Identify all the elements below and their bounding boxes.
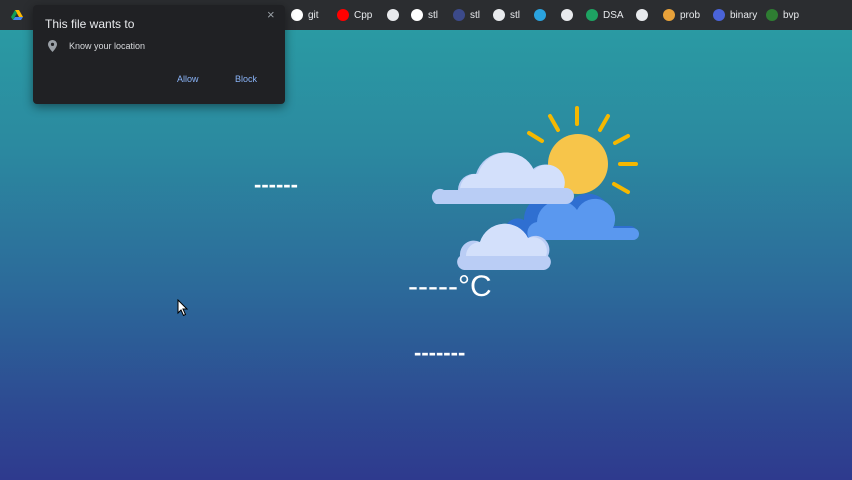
bookmark-label: prob xyxy=(680,9,701,21)
bookmark-item[interactable] xyxy=(387,9,399,21)
bookmark-item[interactable]: stl xyxy=(411,9,438,21)
location-permission-popup: This file wants to × Know your location … xyxy=(33,5,285,104)
mountain-icon xyxy=(561,9,573,21)
cloud-icon xyxy=(493,9,505,21)
city-name: ------ xyxy=(254,172,298,197)
binary-icon xyxy=(713,9,725,21)
plus-sheet-icon xyxy=(586,9,598,21)
globe-icon xyxy=(636,9,648,21)
bookmark-item[interactable]: stl xyxy=(453,9,480,21)
bookmark-label: Cpp xyxy=(354,9,373,21)
allow-button[interactable]: Allow xyxy=(177,74,199,84)
bookmark-item[interactable] xyxy=(561,9,573,21)
google-drive-icon[interactable] xyxy=(11,9,23,21)
permission-text: Know your location xyxy=(69,41,146,51)
bookmark-item[interactable] xyxy=(534,9,546,21)
bookmark-label: stl xyxy=(510,9,520,21)
bookmark-label: git xyxy=(308,9,319,21)
mouse-cursor-icon xyxy=(177,299,189,317)
bookmark-item[interactable]: DSA xyxy=(586,9,624,21)
popup-title: This file wants to xyxy=(45,17,135,31)
youtube-icon xyxy=(337,9,349,21)
bookmark-item[interactable]: prob xyxy=(663,9,700,21)
bookmark-label: binary xyxy=(730,9,758,21)
weather-description: ------- xyxy=(414,340,466,365)
g-icon xyxy=(387,9,399,21)
bookmark-label: DSA xyxy=(603,9,624,21)
block-button[interactable]: Block xyxy=(235,74,257,84)
weather-sun-clouds-icon xyxy=(431,106,639,270)
github-icon xyxy=(291,9,303,21)
bookmark-item[interactable]: binary xyxy=(713,9,757,21)
bookmark-item[interactable]: bvp xyxy=(766,9,799,21)
bookmark-item[interactable]: git xyxy=(291,9,319,21)
bookmark-label: stl xyxy=(470,9,480,21)
temperature: -----°C xyxy=(408,270,492,303)
close-icon[interactable]: × xyxy=(267,7,275,22)
github-icon xyxy=(411,9,423,21)
bookmark-label: stl xyxy=(428,9,438,21)
flame-icon xyxy=(663,9,675,21)
bookmark-item[interactable]: stl xyxy=(493,9,520,21)
bookmark-item[interactable]: Cpp xyxy=(337,9,372,21)
bookmark-item[interactable] xyxy=(636,9,648,21)
leaf-icon xyxy=(766,9,778,21)
bookmark-label: bvp xyxy=(783,9,800,21)
telegram-icon xyxy=(534,9,546,21)
location-pin-icon xyxy=(48,40,57,52)
dot-icon xyxy=(453,9,465,21)
